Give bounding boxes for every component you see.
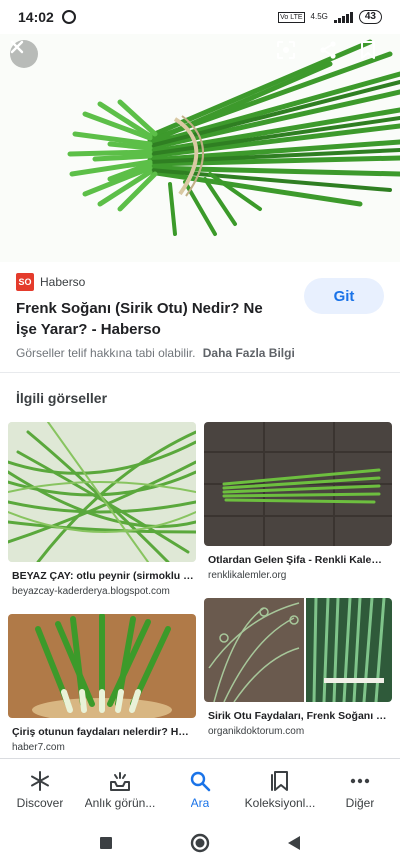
close-icon	[10, 40, 24, 54]
close-button[interactable]	[10, 40, 38, 68]
related-image	[204, 598, 392, 702]
nav-label: Anlık görün...	[84, 795, 156, 810]
related-item[interactable]: Çiriş otunun faydaları nelerdir? Haber7 …	[8, 614, 196, 758]
signal-icon	[333, 11, 353, 23]
network-type: 4.5G	[310, 12, 328, 21]
collections-icon	[271, 770, 288, 791]
source-name: Haberso	[40, 275, 86, 289]
related-image	[8, 422, 196, 562]
result-title[interactable]: Frenk Soğanı (Sirik Otu) Nedir? Ne İşe Y…	[16, 298, 286, 340]
status-bar: 14:02 Vo LTE 4.5G 43	[0, 0, 400, 34]
related-item[interactable]: Sirik Otu Faydaları, Frenk Soğanı Nedir …	[204, 598, 392, 742]
lens-icon	[277, 41, 295, 59]
system-nav-bar	[0, 820, 400, 866]
more-info-link[interactable]: Daha Fazla Bilgi	[203, 346, 295, 360]
related-image	[8, 614, 196, 718]
related-heading: İlgili görseller	[16, 390, 108, 406]
related-domain: haber7.com	[12, 742, 65, 753]
related-domain: organikdoktorum.com	[208, 726, 305, 737]
related-caption: BEYAZ ÇAY: otlu peynir (sirmoklu peynir)	[12, 570, 194, 582]
related-caption: Sirik Otu Faydaları, Frenk Soğanı Nedir	[208, 710, 390, 722]
copyright-text: Görseller telif hakkına tabi olabilir.	[16, 346, 196, 360]
related-caption: Çiriş otunun faydaları nelerdir? Haber7	[12, 726, 194, 738]
battery-indicator: 43	[358, 10, 382, 24]
nav-discover[interactable]: Discover	[0, 759, 80, 820]
share-button[interactable]	[318, 40, 346, 68]
nav-label: Discover	[16, 795, 64, 810]
nav-search[interactable]: Ara	[160, 759, 240, 820]
home-icon[interactable]	[190, 833, 210, 853]
related-item[interactable]: BEYAZ ÇAY: otlu peynir (sirmoklu peynir)…	[8, 422, 196, 598]
volte-badge: Vo LTE	[278, 11, 305, 23]
divider	[0, 372, 400, 373]
related-caption: Otlardan Gelen Şifa - Renkli Kalemler	[208, 554, 390, 566]
visit-button[interactable]: Git	[304, 278, 384, 314]
status-time: 14:02	[18, 9, 54, 25]
updates-icon	[110, 771, 130, 791]
more-icon	[350, 778, 370, 783]
nav-label: Diğer	[345, 795, 375, 810]
search-icon	[190, 771, 211, 791]
recent-apps-icon[interactable]	[99, 836, 113, 850]
alarm-icon	[61, 10, 76, 24]
nav-more[interactable]: Diğer	[320, 759, 400, 820]
source-logo: SO	[16, 273, 34, 291]
related-image	[204, 422, 392, 546]
bookmark-button[interactable]	[360, 40, 388, 68]
nav-updates[interactable]: Anlık görün...	[80, 759, 160, 820]
bottom-nav: Discover Anlık görün... Ara Koleksiyonl.…	[0, 758, 400, 820]
related-item[interactable]: Otlardan Gelen Şifa - Renkli Kalemler re…	[204, 422, 392, 582]
lens-button[interactable]	[276, 40, 304, 68]
share-icon	[320, 41, 336, 59]
nav-label: Koleksiyonl...	[244, 795, 316, 810]
status-right: Vo LTE 4.5G 43	[278, 10, 382, 24]
bookmark-icon	[361, 41, 375, 59]
chives-bundle-image	[67, 39, 400, 236]
related-domain: beyazcay-kaderderya.blogspot.com	[12, 586, 170, 597]
hero-image[interactable]	[0, 34, 400, 262]
nav-label: Ara	[190, 795, 210, 810]
nav-collections[interactable]: Koleksiyonl...	[240, 759, 320, 820]
copyright-notice: Görseller telif hakkına tabi olabilir. D…	[16, 346, 295, 360]
asterisk-icon	[31, 770, 49, 791]
related-domain: renklikalemler.org	[208, 570, 287, 581]
back-icon[interactable]	[287, 835, 301, 851]
